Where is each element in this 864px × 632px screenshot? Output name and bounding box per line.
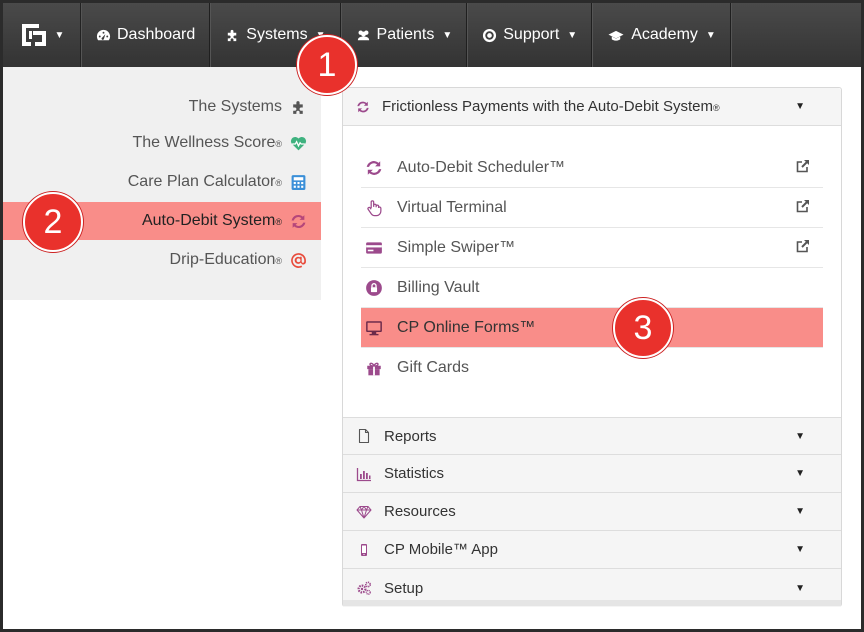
diamond-icon (356, 505, 372, 518)
at-icon (291, 252, 306, 268)
nav-dashboard[interactable]: Dashboard (81, 3, 211, 67)
sidebar-item-label: Drip-Education (169, 251, 276, 268)
sub-item-auto-debit-scheduler[interactable]: Auto-Debit Scheduler™ (361, 148, 823, 188)
panel-footer-bar (343, 600, 841, 606)
callout-badge-1: 1 (297, 35, 357, 95)
chevron-down-icon: ▼ (705, 29, 716, 41)
graduation-cap-icon (608, 30, 624, 41)
tachometer-icon (96, 29, 111, 40)
sub-item-cp-online-forms[interactable]: CP Online Forms™ (361, 308, 823, 348)
hand-pointer-icon (367, 199, 382, 216)
sub-item-gift-cards[interactable]: Gift Cards (361, 348, 823, 388)
accordion-header-statistics[interactable]: Statistics ▼ (343, 455, 841, 493)
registered-mark: ® (275, 217, 282, 227)
nav-academy[interactable]: Academy ▼ (592, 3, 731, 67)
accordion-panel: Frictionless Payments with the Auto-Debi… (342, 87, 842, 607)
external-link-icon[interactable] (795, 238, 811, 254)
accordion-header-cp-mobile-app[interactable]: CP Mobile™ App ▼ (343, 531, 841, 569)
desktop-icon (366, 320, 382, 335)
registered-mark: ® (275, 178, 282, 188)
accordion-header-label: Frictionless Payments with the Auto-Debi… (382, 98, 713, 115)
mobile-icon (361, 543, 367, 556)
accordion-header-reports[interactable]: Reports ▼ (343, 417, 841, 455)
gift-icon (367, 362, 381, 376)
sidebar-blank (3, 300, 321, 629)
top-navbar: ▼ Dashboard Systems ▼ Patients ▼ Support… (3, 3, 861, 67)
sub-item-simple-swiper[interactable]: Simple Swiper™ (361, 228, 823, 268)
refresh-icon (357, 101, 369, 112)
accordion-header-label: Setup (384, 579, 424, 597)
registered-mark: ® (275, 139, 282, 149)
nav-label: Systems (246, 26, 308, 43)
nav-patients[interactable]: Patients ▼ (340, 3, 468, 67)
sub-item-billing-vault[interactable]: Billing Vault (361, 268, 823, 308)
sidebar-item-label: The Wellness Score (132, 134, 276, 151)
life-ring-icon (483, 28, 497, 42)
calculator-icon (291, 174, 306, 190)
navbar-filler (730, 3, 861, 67)
sidebar-item-the-systems[interactable]: The Systems (3, 88, 321, 126)
nav-label: Academy (631, 26, 698, 43)
sidebar-item-wellness-score[interactable]: The Wellness Score® (3, 124, 321, 162)
nav-label: Patients (376, 26, 435, 43)
refresh-icon (291, 214, 306, 228)
sidebar-item-label: Care Plan Calculator (127, 173, 276, 190)
sidebar-item-label: The Systems (188, 98, 282, 115)
sidebar-item-label: Auto-Debit System (141, 212, 276, 229)
accordion-header-label: Reports (384, 427, 437, 445)
app-window: ▼ Dashboard Systems ▼ Patients ▼ Support… (0, 0, 864, 632)
puzzle-icon (293, 100, 303, 114)
external-link-icon[interactable] (795, 158, 811, 174)
sub-item-label: Simple Swiper™ (397, 238, 516, 256)
users-icon (357, 30, 369, 40)
registered-mark: ® (712, 103, 720, 113)
nav-label: Support (503, 26, 560, 43)
heartbeat-icon (290, 136, 307, 150)
chevron-down-icon: ▼ (795, 101, 805, 112)
logo-icon (19, 21, 49, 49)
accordion-header-resources[interactable]: Resources ▼ (343, 493, 841, 531)
chevron-down-icon: ▼ (795, 506, 805, 517)
puzzle-icon (228, 29, 237, 41)
callout-badge-2: 2 (23, 192, 83, 252)
cogs-icon (357, 581, 372, 595)
file-icon (358, 428, 370, 444)
chevron-down-icon: ▼ (567, 29, 578, 41)
bar-chart-icon (356, 467, 371, 481)
chevron-down-icon: ▼ (795, 430, 805, 442)
logo-menu[interactable]: ▼ (3, 3, 81, 67)
accordion-header-auto-debit[interactable]: Frictionless Payments with the Auto-Debi… (343, 88, 841, 126)
nav-label: Dashboard (117, 26, 196, 43)
callout-badge-3: 3 (613, 298, 673, 358)
lock-icon (366, 279, 382, 296)
external-link-icon[interactable] (795, 198, 811, 214)
accordion-header-label: Statistics (384, 465, 445, 482)
sub-item-label: Billing Vault (397, 278, 480, 296)
chevron-down-icon: ▼ (442, 29, 453, 41)
credit-card-icon (366, 241, 382, 254)
sub-item-label: Auto-Debit Scheduler™ (397, 158, 566, 176)
sub-item-label: Gift Cards (397, 359, 470, 376)
accordion-header-label: CP Mobile™ App (384, 541, 498, 558)
chevron-down-icon: ▼ (795, 544, 805, 555)
sub-item-label: CP Online Forms™ (397, 318, 536, 336)
nav-support[interactable]: Support ▼ (467, 3, 593, 67)
sub-item-virtual-terminal[interactable]: Virtual Terminal (361, 188, 823, 228)
refresh-icon (366, 160, 382, 175)
chevron-down-icon: ▼ (54, 29, 65, 41)
registered-mark: ® (275, 256, 282, 266)
chevron-down-icon: ▼ (795, 582, 805, 594)
sub-item-label: Virtual Terminal (397, 198, 507, 216)
chevron-down-icon: ▼ (795, 468, 805, 479)
accordion-header-label: Resources (384, 503, 456, 520)
